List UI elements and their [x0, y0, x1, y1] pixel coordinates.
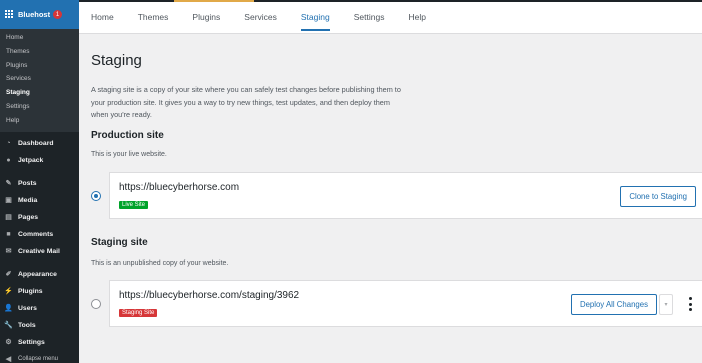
submenu-item-services[interactable]: Services — [0, 72, 79, 86]
page-intro: A staging site is a copy of your site wh… — [91, 85, 401, 119]
submenu-item-settings[interactable]: Settings — [0, 100, 79, 114]
sidebar-item-label: Appearance — [18, 270, 57, 278]
pin-icon: ✎ — [5, 180, 12, 188]
sidebar-menu: ◔ Dashboard ● Jetpack ✎ Posts ▣ Media ▤ Pages… — [0, 132, 79, 363]
submenu-item-staging[interactable]: Staging — [0, 86, 79, 100]
tab-help[interactable]: Help — [408, 0, 425, 34]
top-progress-strip — [79, 0, 702, 2]
sidebar-item-posts[interactable]: ✎ Posts — [0, 175, 79, 192]
sidebar-submenu: Home Themes Plugins Services Staging Set… — [0, 29, 79, 132]
admin-sidebar: Bluehost 1 Home Themes Plugins Services … — [0, 0, 79, 363]
sidebar-item-label: Dashboard — [18, 139, 54, 147]
staging-radio[interactable] — [91, 298, 101, 309]
staging-card: https://bluecyberhorse.com/staging/3962 … — [109, 280, 702, 327]
tab-staging[interactable]: Staging — [300, 0, 330, 34]
sidebar-item-label: Comments — [18, 230, 54, 238]
sidebar-brand[interactable]: Bluehost 1 — [0, 0, 79, 29]
collapse-icon: ◀ — [5, 356, 12, 363]
brand-label: Bluehost — [18, 10, 51, 19]
dashboard-icon: ◔ — [6, 139, 11, 147]
main-content: Staging A staging site is a copy of your… — [79, 35, 702, 363]
production-card: https://bluecyberhorse.com Live Site Clo… — [109, 172, 702, 219]
sidebar-item-label: Users — [18, 304, 37, 312]
cm-icon: ✉ — [5, 248, 12, 256]
collapse-label: Collapse menu — [18, 356, 59, 363]
collapse-menu-button[interactable]: ◀ Collapse menu — [0, 351, 79, 363]
sidebar-item-dashboard[interactable]: ◔ Dashboard — [0, 135, 79, 152]
tab-settings[interactable]: Settings — [354, 0, 385, 34]
sidebar-item-appearance[interactable]: ✐ Appearance — [0, 266, 79, 283]
sidebar-item-label: Media — [18, 196, 38, 204]
staging-site-row: https://bluecyberhorse.com/staging/3962 … — [91, 280, 702, 327]
submenu-item-themes[interactable]: Themes — [0, 45, 79, 59]
sidebar-item-label: Settings — [18, 338, 45, 346]
tabs: Home Themes Plugins Services Staging Set… — [79, 0, 702, 34]
deploy-options-dropdown[interactable]: ▾ — [659, 294, 673, 315]
sidebar-item-users[interactable]: 👤 Users — [0, 300, 79, 317]
plug-icon: ⚡ — [4, 288, 13, 296]
sidebar-item-jetpack[interactable]: ● Jetpack — [0, 152, 79, 169]
submenu-item-help[interactable]: Help — [0, 114, 79, 128]
production-site-row: https://bluecyberhorse.com Live Site Clo… — [91, 172, 702, 219]
staging-site-badge: Staging Site — [119, 309, 158, 317]
production-description: This is your live website. — [91, 150, 167, 158]
production-url: https://bluecyberhorse.com — [119, 182, 240, 193]
submenu-item-home[interactable]: Home — [0, 31, 79, 45]
sidebar-item-label: Plugins — [18, 287, 43, 295]
tab-home[interactable]: Home — [91, 0, 114, 34]
notification-badge: 1 — [53, 10, 63, 19]
more-options-icon[interactable] — [688, 297, 692, 311]
production-heading: Production site — [91, 129, 164, 141]
submenu-item-plugins[interactable]: Plugins — [0, 59, 79, 73]
sidebar-item-pages[interactable]: ▤ Pages — [0, 209, 79, 226]
deploy-all-changes-button[interactable]: Deploy All Changes — [570, 294, 657, 315]
tab-themes[interactable]: Themes — [138, 0, 169, 34]
sidebar-item-label: Creative Mail — [18, 247, 60, 255]
sidebar-item-label: Jetpack — [18, 156, 44, 164]
top-tab-bar: Home Themes Plugins Services Staging Set… — [79, 0, 702, 34]
sidebar-item-label: Posts — [18, 179, 37, 187]
media-icon: ▣ — [5, 197, 12, 205]
clone-to-staging-button[interactable]: Clone to Staging — [620, 186, 696, 207]
grid-icon — [5, 10, 14, 19]
tab-services[interactable]: Services — [244, 0, 277, 34]
jetpack-icon: ● — [6, 156, 11, 164]
sidebar-item-media[interactable]: ▣ Media — [0, 192, 79, 209]
production-radio[interactable] — [91, 190, 101, 201]
staging-heading: Staging site — [91, 237, 148, 248]
live-site-badge: Live Site — [119, 201, 149, 209]
sidebar-item-label: Pages — [18, 213, 39, 221]
comment-icon: ■ — [6, 230, 11, 238]
sidebar-item-tools[interactable]: 🔧 Tools — [0, 317, 79, 334]
sidebar-item-plugins[interactable]: ⚡ Plugins — [0, 283, 79, 300]
settings-icon: ⚙ — [5, 339, 12, 347]
chevron-down-icon: ▾ — [664, 302, 668, 308]
sidebar-item-label: Tools — [18, 321, 36, 329]
brush-icon: ✐ — [5, 271, 12, 279]
user-icon: 👤 — [4, 305, 13, 313]
page-title: Staging — [91, 52, 142, 69]
sidebar-item-creative-mail[interactable]: ✉ Creative Mail — [0, 243, 79, 260]
wrench-icon: 🔧 — [4, 322, 13, 330]
sidebar-item-comments[interactable]: ■ Comments — [0, 226, 79, 243]
sidebar-item-settings[interactable]: ⚙ Settings — [0, 334, 79, 351]
staging-description: This is an unpublished copy of your webs… — [91, 260, 229, 267]
tab-plugins[interactable]: Plugins — [192, 0, 220, 34]
page-icon: ▤ — [5, 214, 12, 222]
